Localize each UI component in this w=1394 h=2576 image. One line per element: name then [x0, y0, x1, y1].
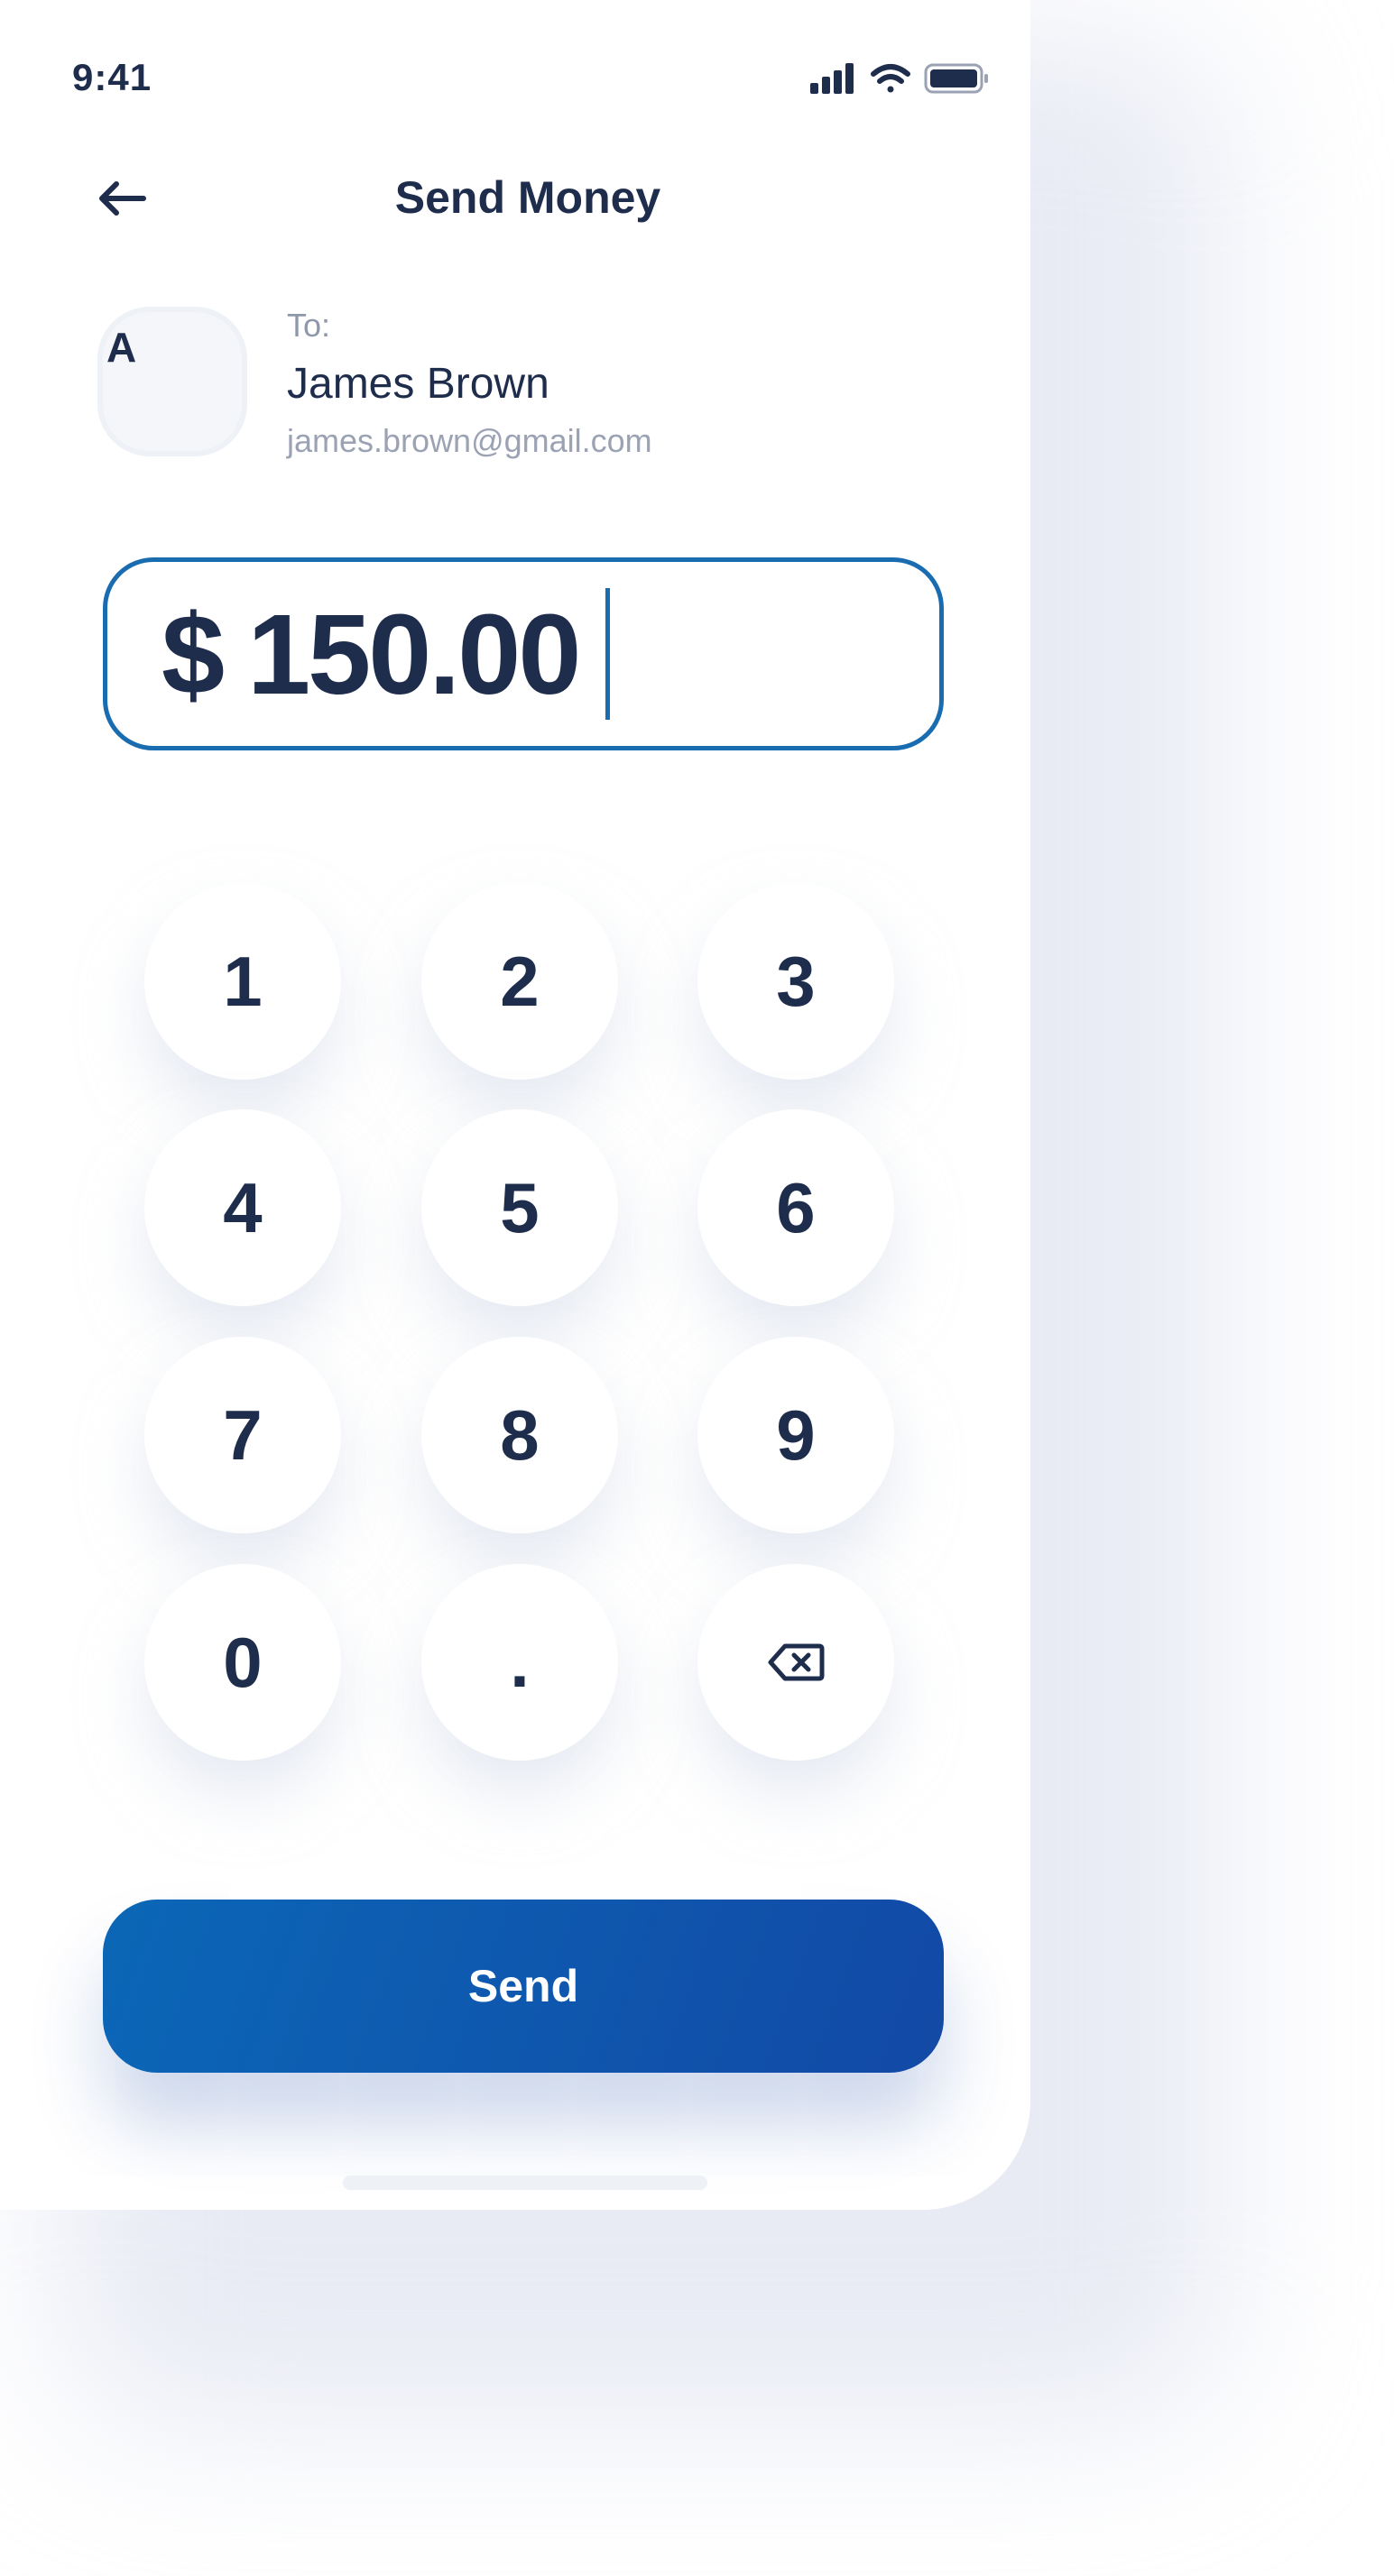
key-8[interactable]: 8: [421, 1337, 618, 1533]
recipient-email: james.brown@gmail.com: [287, 422, 652, 459]
recipient-name: James Brown: [287, 360, 549, 408]
wifi-icon: [871, 64, 910, 93]
key-5[interactable]: 5: [421, 1109, 618, 1306]
amount-value: 150.00: [247, 590, 581, 718]
key-0[interactable]: 0: [144, 1564, 341, 1761]
screen: 9:41 Send Money A To: James Brown james.…: [0, 0, 1394, 2576]
amount-input[interactable]: $ 150.00: [103, 557, 944, 750]
back-button[interactable]: [90, 171, 153, 225]
key-6[interactable]: 6: [697, 1109, 894, 1306]
signal-icon: [810, 63, 854, 94]
phone-screen: 9:41 Send Money A To: James Brown james.…: [0, 0, 1030, 2210]
to-label: To:: [287, 307, 331, 344]
key-3[interactable]: 3: [697, 883, 894, 1080]
key-decimal[interactable]: .: [421, 1564, 618, 1761]
backspace-icon: [768, 1643, 825, 1681]
status-icons: [810, 61, 991, 97]
key-7[interactable]: 7: [144, 1337, 341, 1533]
status-time: 9:41: [72, 56, 152, 98]
currency-symbol: $: [162, 590, 225, 718]
arrow-left-icon: [99, 181, 146, 216]
home-indicator: [343, 2176, 707, 2190]
key-2[interactable]: 2: [421, 883, 618, 1080]
backspace-button[interactable]: [697, 1564, 894, 1761]
avatar-letter: A: [106, 324, 137, 371]
battery-icon: [924, 63, 988, 94]
key-1[interactable]: 1: [144, 883, 341, 1080]
text-caret: [605, 588, 611, 720]
page-title: Send Money: [394, 172, 661, 223]
key-9[interactable]: 9: [697, 1337, 894, 1533]
send-button[interactable]: Send: [103, 1900, 944, 2073]
key-4[interactable]: 4: [144, 1109, 341, 1306]
